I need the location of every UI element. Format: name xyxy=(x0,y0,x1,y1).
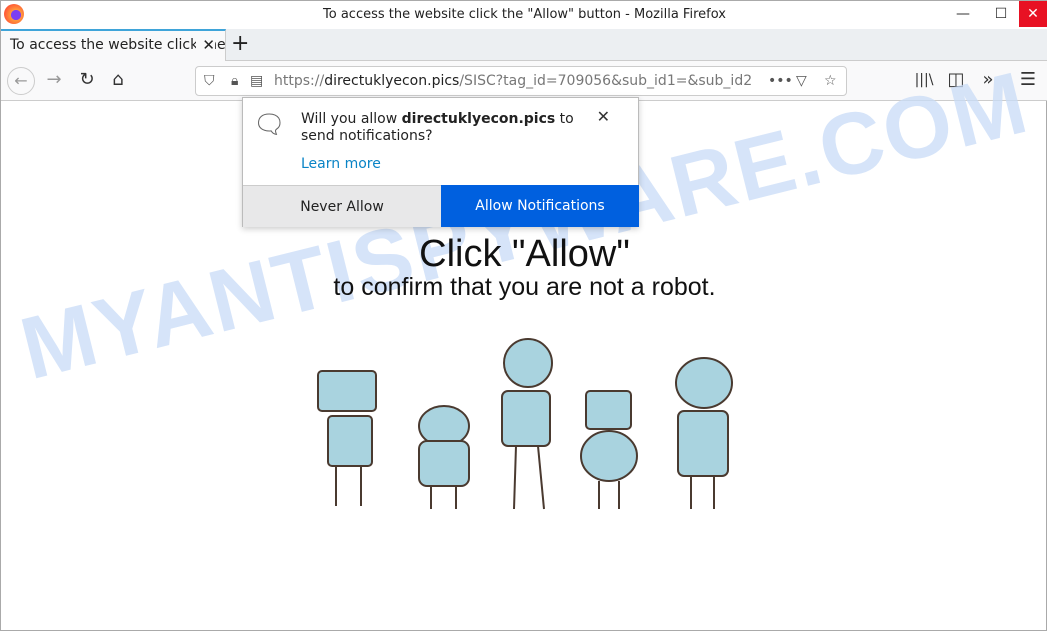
reload-button[interactable]: ↻ xyxy=(74,69,100,90)
tab-bar: To access the website click the "Allow" … xyxy=(1,29,1047,61)
robot-4 xyxy=(580,390,638,509)
robot-2 xyxy=(418,405,470,509)
headline: Click "Allow" xyxy=(419,233,630,275)
notification-permission-icon[interactable]: ▤ xyxy=(250,73,263,89)
new-tab-button[interactable]: + xyxy=(231,31,249,56)
forward-button[interactable]: → xyxy=(41,69,67,90)
lock-icon[interactable]: 🔒︎ xyxy=(231,73,238,89)
learn-more-link[interactable]: Learn more xyxy=(301,156,381,172)
allow-notifications-button[interactable]: Allow Notifications xyxy=(441,185,639,227)
back-button[interactable]: ← xyxy=(7,67,35,95)
url-bar[interactable]: ⛉ 🔒︎ ▤ https://directuklyecon.pics/SISC?… xyxy=(195,66,847,96)
robot-1 xyxy=(317,370,377,506)
tab-close-icon[interactable]: ✕ xyxy=(196,36,215,54)
home-button[interactable]: ⌂ xyxy=(105,69,131,90)
url-scheme: https:// xyxy=(274,73,325,89)
minimize-button[interactable]: — xyxy=(946,1,980,29)
notification-permission-popup: 🗨︎ Will you allow directuklyecon.pics to… xyxy=(242,97,639,227)
chat-bubble-icon: 🗨︎ xyxy=(253,110,287,140)
page-actions-button[interactable]: ••• xyxy=(766,73,793,89)
subheadline: to confirm that you are not a robot. xyxy=(333,273,716,301)
robot-3 xyxy=(501,338,553,510)
pocket-icon[interactable]: ▽ xyxy=(796,73,807,89)
title-bar: To access the website click the "Allow" … xyxy=(1,1,1047,29)
close-window-button[interactable]: ✕ xyxy=(1019,1,1047,27)
tab-label: To access the website click the "Allow" … xyxy=(10,37,225,53)
robots-illustration xyxy=(317,338,733,510)
popup-message: Will you allow directuklyecon.pics to se… xyxy=(301,111,574,144)
popup-close-button[interactable]: ✕ xyxy=(597,107,610,126)
tab-active[interactable]: To access the website click the "Allow" … xyxy=(1,29,226,61)
shield-icon[interactable]: ⛉ xyxy=(204,73,215,89)
window-title: To access the website click the "Allow" … xyxy=(323,7,726,22)
url-path: /SISC?tag_id=709056&sub_id1=&sub_id2 xyxy=(459,73,753,89)
robot-5 xyxy=(675,357,733,509)
bookmark-star-icon[interactable]: ☆ xyxy=(824,73,837,89)
never-allow-button[interactable]: Never Allow xyxy=(243,185,441,227)
maximize-button[interactable]: ☐ xyxy=(984,1,1018,29)
url-host: directuklyecon.pics xyxy=(324,73,460,89)
